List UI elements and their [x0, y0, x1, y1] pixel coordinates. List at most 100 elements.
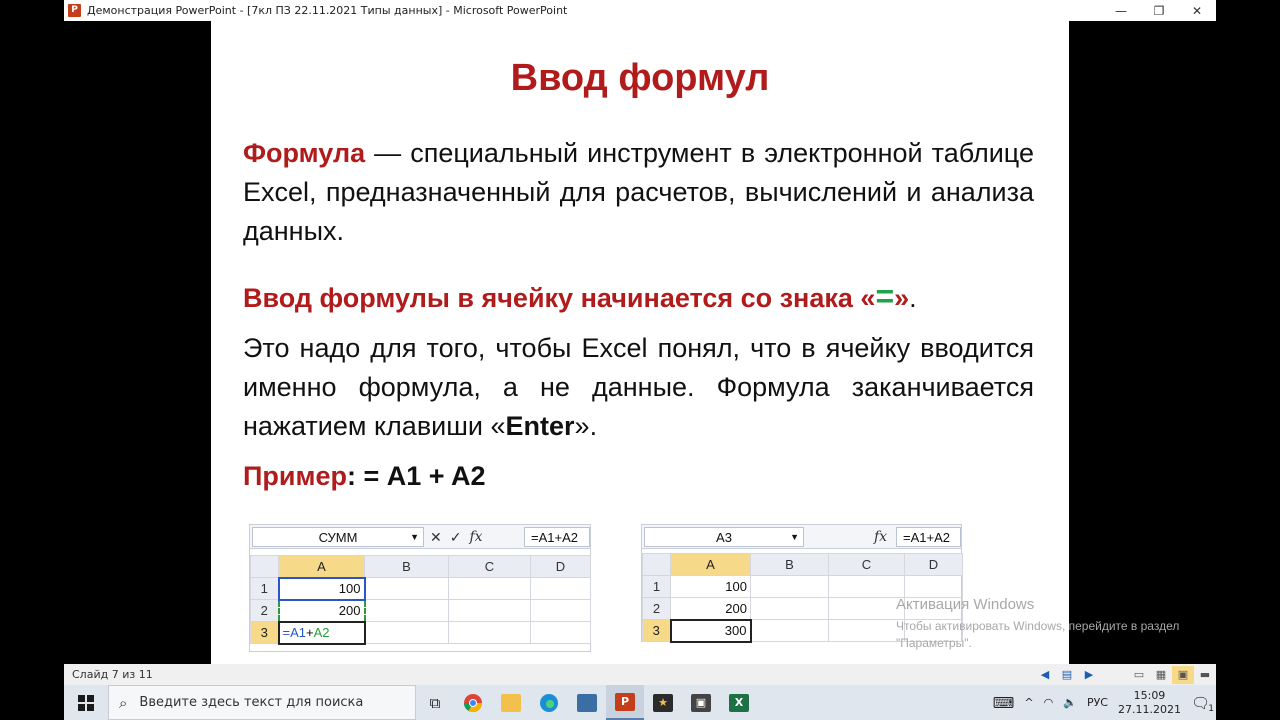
cell[interactable]: [750, 575, 829, 598]
cell[interactable]: [530, 577, 591, 600]
reading-view-icon[interactable]: ▣: [1172, 665, 1194, 684]
formula-bar: СУММ ▼ ✕ ✓ fx =A1+A2: [250, 525, 590, 549]
close-button[interactable]: ✕: [1178, 0, 1216, 21]
formula-ref-a2: A2: [313, 625, 330, 640]
cell-a2[interactable]: 200: [670, 597, 751, 620]
column-header-d[interactable]: D: [904, 553, 963, 576]
formula-term: Формула: [243, 138, 366, 168]
corner-cell[interactable]: [250, 555, 279, 578]
cell-a2[interactable]: 200: [277, 598, 366, 623]
cell[interactable]: [448, 599, 531, 622]
name-box-value: СУММ: [318, 529, 358, 545]
slideshow-icon[interactable]: ▬: [1194, 666, 1216, 684]
cell[interactable]: [364, 577, 449, 600]
screen: P Демонстрация PowerPoint - [7кл ПЗ 22.1…: [0, 0, 1280, 720]
watermark-text: Чтобы активировать Windows, перейдите в …: [896, 619, 1180, 650]
cell-a1[interactable]: 100: [670, 575, 751, 598]
row-header[interactable]: 1: [642, 575, 671, 598]
column-header-row: A B C D: [642, 553, 963, 576]
menu-icon[interactable]: ▤: [1056, 666, 1078, 684]
column-header-c[interactable]: C: [828, 553, 905, 576]
row-header[interactable]: 1: [250, 577, 279, 600]
cell-a3-selected[interactable]: 300: [669, 618, 752, 643]
media-app-icon[interactable]: ▣: [682, 685, 720, 720]
column-header-a[interactable]: A: [670, 553, 751, 576]
taskbar: ⌕ Введите здесь текст для поиска ⧉ P ★ ▣…: [64, 685, 1216, 720]
example-label: Пример: [243, 461, 347, 491]
slide-title: Ввод формул: [510, 57, 770, 99]
powerpoint-icon[interactable]: P: [606, 685, 644, 720]
notification-icon[interactable]: 🗨 1: [1191, 694, 1214, 714]
clock[interactable]: 15:09 27.11.2021: [1118, 689, 1181, 717]
row-header[interactable]: 3: [250, 621, 279, 644]
cell[interactable]: [448, 577, 531, 600]
keyboard-icon[interactable]: ⌨: [993, 694, 1015, 712]
cell[interactable]: [828, 575, 905, 598]
language-indicator[interactable]: РУС: [1087, 696, 1108, 709]
fx-icon[interactable]: fx: [469, 529, 482, 545]
row-header[interactable]: 3: [642, 619, 671, 642]
column-header-b[interactable]: B: [750, 553, 829, 576]
volume-icon[interactable]: 🔈: [1063, 696, 1077, 709]
slide[interactable]: Ввод формул Формула — специальный инстру…: [211, 21, 1069, 664]
cell[interactable]: [364, 599, 449, 622]
dropdown-icon: ▼: [790, 532, 799, 542]
cell[interactable]: [530, 599, 591, 622]
formula-input[interactable]: =A1+A2: [524, 527, 590, 547]
search-icon: ⌕: [119, 693, 128, 712]
cell[interactable]: [750, 597, 829, 620]
edge-icon[interactable]: [530, 685, 568, 720]
formula-start-rule: Ввод формулы в ячейку начинается со знак…: [243, 277, 1034, 318]
cell[interactable]: [904, 575, 963, 598]
cell[interactable]: [530, 621, 591, 644]
name-box[interactable]: СУММ ▼: [252, 527, 424, 547]
rule-text: Ввод формулы в ячейку начинается со знак…: [243, 283, 876, 313]
windows-logo-icon: [78, 694, 94, 711]
column-header-c[interactable]: C: [448, 555, 531, 578]
column-header-b[interactable]: B: [364, 555, 449, 578]
row-header[interactable]: 2: [642, 597, 671, 620]
name-box-value: A3: [716, 529, 732, 545]
chevron-up-icon[interactable]: ^: [1024, 696, 1033, 709]
movie-icon[interactable]: ★: [644, 685, 682, 720]
equals-sign: =: [875, 278, 895, 314]
formula-input[interactable]: =A1+A2: [896, 527, 961, 547]
column-header-a[interactable]: A: [278, 555, 365, 578]
row-header[interactable]: 2: [250, 599, 279, 622]
previous-slide-icon[interactable]: ◀: [1034, 666, 1056, 684]
example-line: Пример: = A1 + A2: [243, 457, 1034, 496]
fx-icon[interactable]: fx: [874, 529, 887, 545]
task-view-icon[interactable]: ⧉: [416, 685, 454, 720]
explorer-window-icon[interactable]: [568, 685, 606, 720]
excel-icon[interactable]: X: [720, 685, 758, 720]
cancel-icon[interactable]: ✕: [430, 529, 442, 546]
watermark-title: Активация Windows: [896, 596, 1035, 613]
cell-a1[interactable]: 100: [277, 576, 366, 601]
rule-close-quote: »: [894, 283, 910, 313]
table-row: 1 100: [642, 575, 963, 598]
cell[interactable]: [750, 619, 829, 642]
normal-view-icon[interactable]: ▭: [1128, 666, 1150, 684]
cell[interactable]: [364, 621, 449, 644]
minimize-button[interactable]: —: [1102, 0, 1140, 21]
start-button[interactable]: [64, 685, 108, 720]
next-slide-icon[interactable]: ▶: [1078, 666, 1100, 684]
restore-button[interactable]: ❐: [1140, 0, 1178, 21]
cell[interactable]: [828, 597, 905, 620]
check-icon[interactable]: ✓: [450, 529, 462, 546]
column-header-d[interactable]: D: [530, 555, 591, 578]
slide-sorter-icon[interactable]: ▦: [1150, 666, 1172, 684]
wifi-icon[interactable]: ◠: [1044, 696, 1054, 709]
column-header-row: A B C D: [250, 555, 591, 578]
chrome-icon[interactable]: [454, 685, 492, 720]
cell-a3-editing[interactable]: =A1+A2: [277, 620, 366, 645]
folder-icon[interactable]: [492, 685, 530, 720]
name-box[interactable]: A3 ▼: [644, 527, 804, 547]
corner-cell[interactable]: [642, 553, 671, 576]
dropdown-icon: ▼: [410, 532, 419, 542]
cell[interactable]: [448, 621, 531, 644]
taskbar-search[interactable]: ⌕ Введите здесь текст для поиска: [108, 685, 416, 720]
cell[interactable]: [828, 619, 905, 642]
table-row: 2 200: [250, 598, 591, 623]
rule-dot: .: [909, 283, 917, 313]
